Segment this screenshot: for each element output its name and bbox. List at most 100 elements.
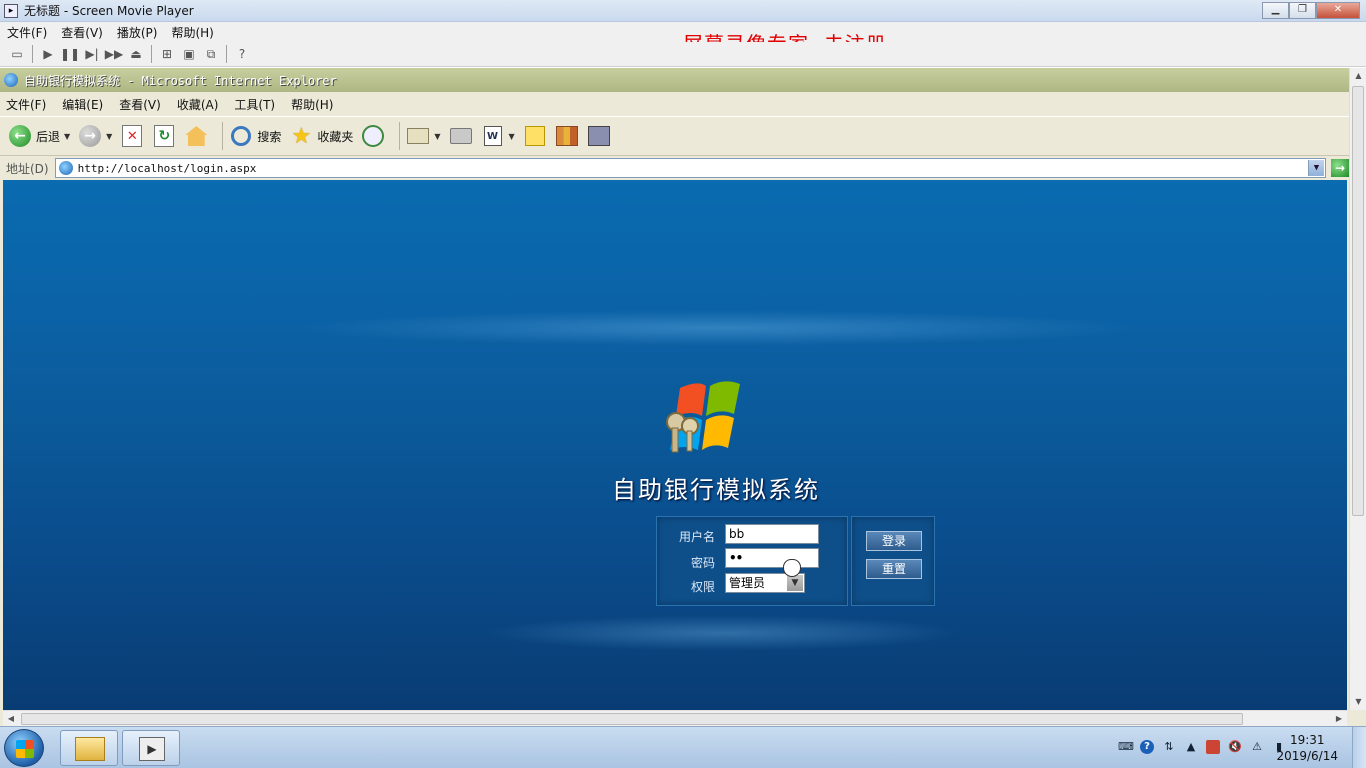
history-icon: [361, 124, 385, 148]
favorites-button[interactable]: ★ 收藏夹: [289, 124, 353, 149]
show-desktop-button[interactable]: [1352, 727, 1366, 768]
chevron-down-icon[interactable]: ▼: [509, 132, 515, 141]
taskbar-explorer-button[interactable]: [60, 730, 118, 766]
research-button[interactable]: [555, 124, 579, 148]
decorative-glow: [293, 310, 1143, 346]
vertical-scroll-thumb[interactable]: [1352, 86, 1364, 516]
maximize-button[interactable]: ❐: [1289, 2, 1316, 19]
windows-flag-icon: [16, 740, 34, 758]
back-button[interactable]: ← 后退 ▼: [8, 124, 70, 148]
fullscreen-icon[interactable]: ▣: [178, 44, 200, 64]
reset-button[interactable]: 重置: [866, 559, 922, 579]
forward-arrow-icon: →: [78, 124, 102, 148]
ie-menu-file[interactable]: 文件(F): [6, 96, 46, 113]
search-button[interactable]: 搜索: [229, 124, 281, 148]
show-hidden-icons-icon[interactable]: ▲: [1184, 740, 1198, 754]
username-input[interactable]: bb: [725, 524, 819, 544]
mail-button[interactable]: ▼: [406, 124, 441, 148]
toolbar-separator: [32, 45, 33, 63]
chevron-down-icon[interactable]: ▼: [787, 575, 803, 591]
player-menu-view[interactable]: 查看(V): [54, 24, 110, 41]
ie-menu-view[interactable]: 查看(V): [119, 96, 161, 113]
address-input[interactable]: http://localhost/login.aspx ▼: [54, 158, 1327, 178]
help-icon[interactable]: ?: [1140, 740, 1154, 754]
toolbar-separator: [151, 45, 152, 63]
volume-icon[interactable]: 🔇: [1228, 740, 1242, 754]
keyboard-icon[interactable]: ⌨: [1118, 740, 1134, 754]
login-button[interactable]: 登录: [866, 531, 922, 551]
horizontal-scroll-thumb[interactable]: [21, 713, 1243, 725]
media-button[interactable]: [587, 124, 611, 148]
scroll-down-icon[interactable]: ▼: [1350, 694, 1366, 710]
player-title: 无标题 - Screen Movie Player: [24, 4, 194, 18]
player-app-icon[interactable]: ▸: [4, 3, 18, 18]
network-warning-icon[interactable]: ⚠: [1250, 740, 1264, 754]
chevron-down-icon[interactable]: ▼: [1308, 160, 1325, 176]
player-menu-help[interactable]: 帮助(H): [164, 24, 220, 41]
system-tray: ⌨ ? ⇅ ▲ 🔇 ⚠ ▮: [1118, 740, 1286, 754]
help-icon[interactable]: ?: [231, 44, 253, 64]
eject-icon[interactable]: ⏏: [125, 44, 147, 64]
login-actions: 登录 重置: [851, 516, 935, 606]
home-button[interactable]: [184, 124, 208, 148]
forward-button[interactable]: → ▼: [78, 124, 112, 148]
chevron-down-icon[interactable]: ▼: [64, 132, 70, 141]
clock-time: 19:31: [1289, 733, 1325, 747]
chevron-down-icon[interactable]: ▼: [434, 132, 440, 141]
address-label: 地址(D): [6, 161, 49, 176]
scroll-right-icon[interactable]: ▶: [1331, 711, 1347, 727]
system-clock[interactable]: 19:31 2019/6/14: [1276, 732, 1338, 764]
toolbar-separator: [399, 122, 401, 150]
taskbar-player-button[interactable]: ▶: [122, 730, 180, 766]
player-menu-file[interactable]: 文件(F): [0, 24, 54, 41]
note-icon: [523, 124, 547, 148]
ie-menu-edit[interactable]: 编辑(E): [62, 96, 103, 113]
player-titlebar: ▸ 无标题 - Screen Movie Player ▁ ❐ ✕: [0, 0, 1366, 22]
vertical-scrollbar[interactable]: ▲ ▼: [1349, 68, 1366, 710]
print-button[interactable]: [449, 124, 473, 148]
taskbar: ▶ ⌨ ? ⇅ ▲ 🔇 ⚠ ▮ 19:31 2019/6/14: [0, 726, 1366, 768]
pause-icon[interactable]: ❚❚: [59, 44, 81, 64]
ie-menu-favorites[interactable]: 收藏(A): [177, 96, 219, 113]
back-label: 后退: [36, 129, 61, 144]
ie-titlebar: 自助银行模拟系统 - Microsoft Internet Explorer: [0, 68, 1349, 92]
stop-icon: ✕: [120, 124, 144, 148]
step-forward-icon[interactable]: ▶|: [81, 44, 103, 64]
page-title: 自助银行模拟系统: [612, 476, 820, 504]
fast-forward-icon[interactable]: ▶▶: [103, 44, 125, 64]
ie-window: 自助银行模拟系统 - Microsoft Internet Explorer 文…: [0, 68, 1366, 726]
open-icon[interactable]: ▭: [6, 44, 28, 64]
horizontal-scrollbar[interactable]: ◀ ▶: [3, 710, 1347, 726]
security-icon[interactable]: [1206, 740, 1220, 754]
export-icon[interactable]: ⧉: [200, 44, 222, 64]
search-icon: [229, 124, 253, 148]
start-button[interactable]: [4, 729, 44, 767]
minimize-button[interactable]: ▁: [1262, 2, 1289, 19]
toolbar-separator: [226, 45, 227, 63]
word-icon: W: [481, 124, 505, 148]
decorative-glow: [483, 615, 963, 651]
stop-button[interactable]: ✕: [120, 124, 144, 148]
scroll-up-icon[interactable]: ▲: [1350, 68, 1366, 84]
page-icon: [58, 161, 73, 175]
player-menu-play[interactable]: 播放(P): [110, 24, 165, 41]
ie-menu-tools[interactable]: 工具(T): [234, 96, 275, 113]
go-arrow-icon[interactable]: →: [1331, 159, 1349, 177]
username-label: 用户名: [678, 530, 715, 544]
edit-button[interactable]: W ▼: [481, 124, 515, 148]
play-icon[interactable]: ▶: [37, 44, 59, 64]
scroll-left-icon[interactable]: ◀: [3, 711, 19, 727]
chevron-down-icon[interactable]: ▼: [106, 132, 112, 141]
close-button[interactable]: ✕: [1316, 2, 1360, 19]
history-button[interactable]: [361, 124, 385, 148]
window-controls: ▁ ❐ ✕: [1262, 2, 1360, 19]
ie-menu-help[interactable]: 帮助(H): [291, 96, 333, 113]
discuss-button[interactable]: [523, 124, 547, 148]
fit-window-icon[interactable]: ⊞: [156, 44, 178, 64]
refresh-button[interactable]: ↻: [152, 124, 176, 148]
folder-icon: [75, 737, 105, 761]
windows-keys-logo-icon: [666, 381, 740, 453]
language-icon[interactable]: ⇅: [1162, 740, 1176, 754]
printer-icon: [449, 124, 473, 148]
password-input[interactable]: ••: [725, 548, 819, 568]
